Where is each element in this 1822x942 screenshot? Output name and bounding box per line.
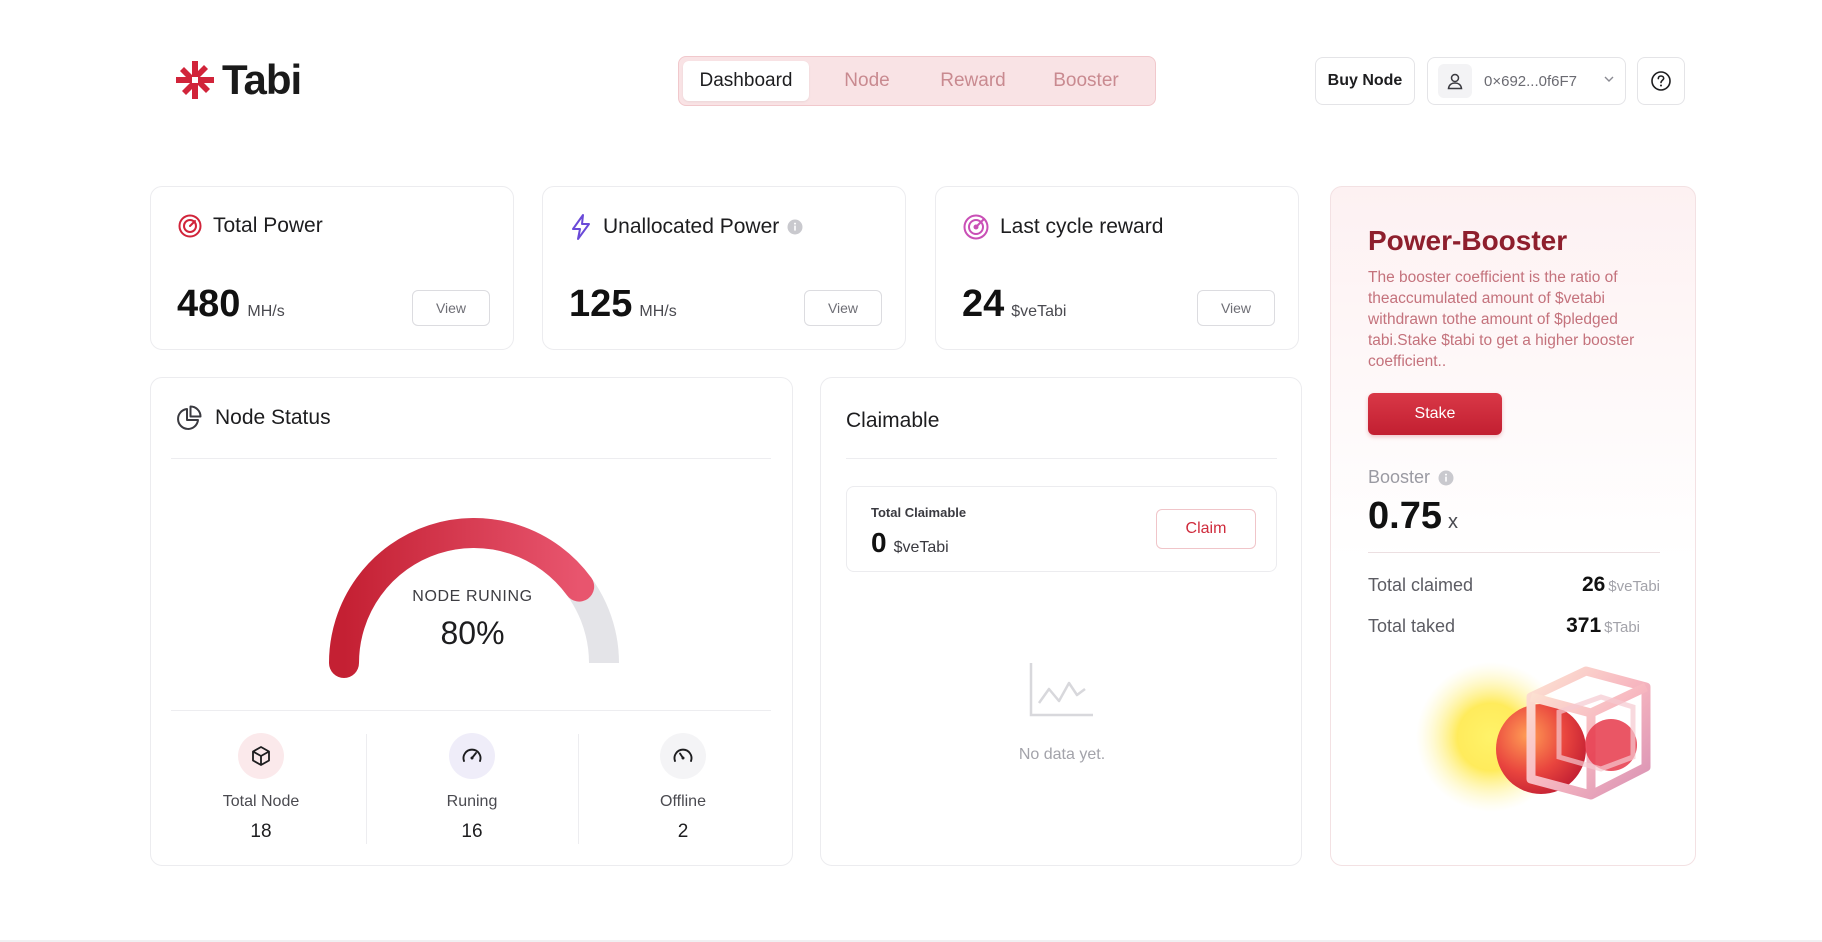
offline-node-stat: Offline 2 [578,733,788,843]
buy-node-button[interactable]: Buy Node [1315,57,1415,105]
booster-value: 0.75 [1368,495,1442,537]
last-cycle-reward-card: Last cycle reward 24 $veTabi View [935,186,1299,350]
total-claimable-label: Total Claimable [871,505,967,520]
main-nav: Dashboard Node Reward Booster [678,56,1156,106]
row-unit: $Tabi [1604,619,1640,636]
booster-label: Booster [1368,467,1431,487]
tabi-logo[interactable]: Tabi [172,56,302,104]
total-power-card: Total Power 480 MH/s View [150,186,514,350]
info-icon[interactable] [787,219,803,235]
gauge-high-icon [449,733,495,779]
stat-value: 18 [250,821,272,842]
node-status-title: Node Status [215,406,331,429]
target-icon [963,214,989,240]
nav-tab-reward[interactable]: Reward [925,61,1021,101]
stat-label: Offline [660,793,706,810]
lightning-icon [572,214,590,240]
unallocated-power-card: Unallocated Power 125 MH/s View [542,186,906,350]
stat-value: 2 [677,821,689,842]
gauge-low-icon [660,733,706,779]
nav-tab-booster[interactable]: Booster [1021,61,1151,101]
pie-chart-icon [177,405,202,430]
total-claimable-value: 0 [871,527,887,558]
top-header: Tabi Dashboard Node Reward Booster Buy N… [0,0,1822,160]
booster-title: Power-Booster [1368,225,1568,256]
empty-state-text: No data yet. [1018,746,1106,763]
row-unit: $veTabi [1608,578,1660,595]
claimable-title: Claimable [846,409,940,432]
last-cycle-reward-value: 24 [962,283,1005,325]
speedometer-icon [178,214,202,238]
booster-suffix: x [1447,511,1458,533]
running-node-stat: Runing 16 [367,733,577,843]
row-label: Total claimed [1368,575,1474,595]
card-title: Unallocated Power [603,215,780,238]
claimable-card: Claimable Total Claimable 0 $veTabi Clai… [820,377,1302,866]
power-booster-card: Power-Booster The booster coefficient is… [1330,186,1696,866]
stat-label: Total Node [222,793,300,810]
total-claimed-row: Total claimed 26 $veTabi [1368,573,1660,597]
chevron-down-icon [1603,72,1615,90]
node-status-card: Node Status NODE RUNING 80% Total Node 1… [150,377,793,866]
card-title: Total Power [213,214,323,237]
wallet-address: 0×692...0f6F7 [1484,72,1577,90]
unit-label: MH/s [639,303,677,320]
unallocated-power-value: 125 [569,283,633,325]
total-power-value: 480 [177,283,241,325]
total-taked-row: Total taked 371 $Tabi [1368,614,1640,638]
stat-label: Runing [446,793,498,810]
view-button[interactable]: View [804,290,882,326]
logo-wordmark: Tabi [222,56,302,103]
booster-description: The booster coefficient is the ratio of … [1368,269,1635,370]
empty-chart-icon [1029,663,1093,717]
booster-cube-illustration [1416,662,1651,812]
view-button[interactable]: View [412,290,490,326]
unit-label: $veTabi [893,539,949,556]
unit-label: MH/s [247,303,285,320]
row-value: 371 [1566,614,1602,637]
divider [171,458,771,459]
wallet-button[interactable]: 0×692...0f6F7 [1427,57,1626,105]
nav-tab-dashboard[interactable]: Dashboard [683,61,809,101]
view-button[interactable]: View [1197,290,1275,326]
tabi-logo-icon [176,61,214,99]
unit-label: $veTabi [1011,303,1067,320]
help-circle-icon [1651,71,1671,91]
stat-value: 16 [461,821,483,842]
stake-button[interactable]: Stake [1368,393,1502,435]
row-value: 26 [1581,573,1606,596]
card-title: Last cycle reward [1000,215,1164,238]
gauge-percent: 80% [440,615,505,651]
help-button[interactable] [1637,57,1685,105]
cube-icon [238,733,284,779]
divider [1368,552,1660,553]
row-label: Total taked [1368,616,1456,636]
divider [171,710,771,711]
user-icon [1438,64,1472,98]
claim-button[interactable]: Claim [1156,509,1256,549]
info-icon[interactable] [1438,470,1454,486]
gauge-label: NODE RUNING [412,588,533,605]
total-claimable-box: Total Claimable 0 $veTabi Claim [846,486,1277,572]
total-node-stat: Total Node 18 [156,733,366,843]
nav-tab-node[interactable]: Node [809,61,925,101]
divider [846,458,1277,459]
booster-label-row: Booster [1368,467,1454,488]
